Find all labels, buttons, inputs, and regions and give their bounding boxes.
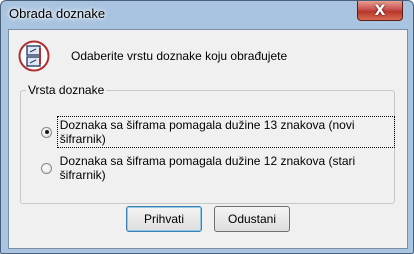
title-bar[interactable]: Obrada doznake X [1,1,413,27]
option-label[interactable]: Doznaka sa šiframa pomagala dužine 12 zn… [58,153,394,183]
window-title: Obrada doznake [9,6,106,21]
close-button[interactable]: X [357,1,403,21]
document-pair-icon [18,40,50,72]
radio-button[interactable] [41,162,52,174]
radio-button-checked[interactable] [41,126,52,138]
option-12-chars[interactable]: Doznaka sa šiframa pomagala dužine 12 zn… [41,153,394,183]
cancel-button[interactable]: Odustani [214,206,290,232]
option-13-chars[interactable]: Doznaka sa šiframa pomagala dužine 13 zn… [41,116,396,148]
option-label[interactable]: Doznaka sa šiframa pomagala dužine 13 zn… [56,116,396,148]
close-icon: X [374,2,386,19]
dialog-body: Odaberite vrstu doznake koju obrađujete … [8,29,408,249]
dialog-window: Obrada doznake X Odaberite vrstu doznake… [0,0,414,254]
accept-button[interactable]: Prihvati [126,206,202,232]
instruction-text: Odaberite vrstu doznake koju obrađujete [71,49,288,63]
group-legend: Vrsta doznake [26,83,107,97]
remittance-type-group: Vrsta doznake Doznaka sa šiframa pomagal… [20,83,396,204]
